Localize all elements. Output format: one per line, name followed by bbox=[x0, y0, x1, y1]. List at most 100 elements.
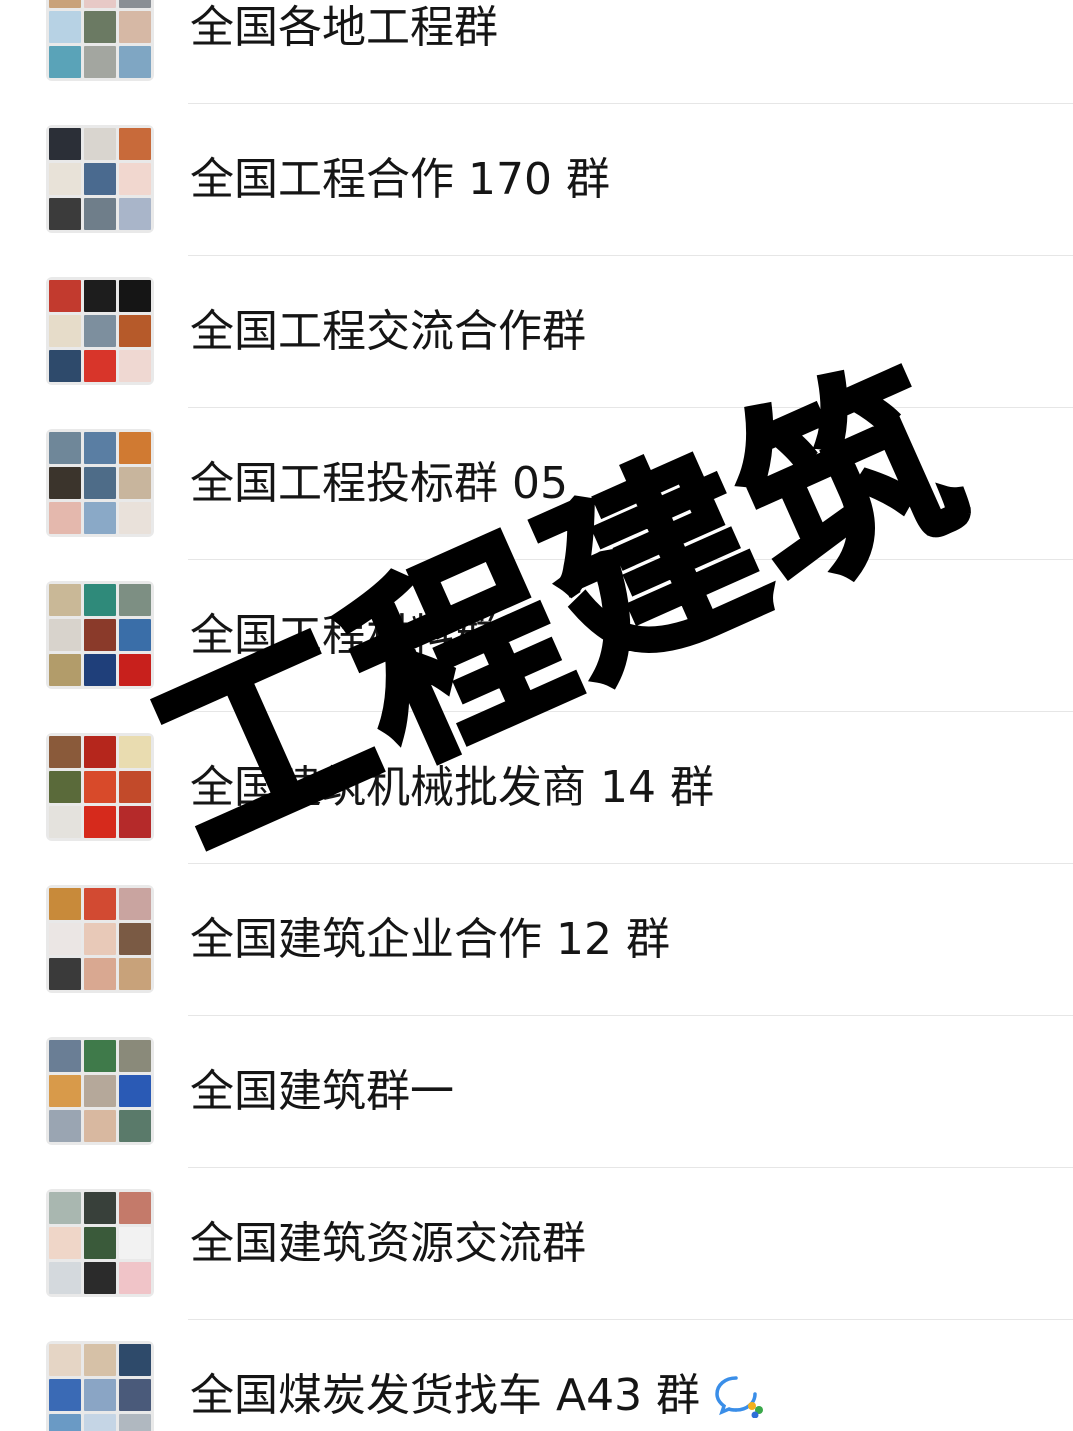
member-avatar-tile bbox=[84, 958, 116, 990]
member-avatar-tile bbox=[84, 1075, 116, 1107]
member-avatar-tile bbox=[84, 280, 116, 312]
group-name: 全国建筑资源交流群 bbox=[190, 1218, 586, 1269]
member-avatar-tile bbox=[84, 806, 116, 838]
member-avatar-tile bbox=[49, 502, 81, 534]
chat-list-item[interactable]: 全国各地工程群 bbox=[0, 0, 1073, 104]
group-name-row: 全国建筑群一 bbox=[190, 1066, 454, 1118]
member-avatar-tile bbox=[49, 1379, 81, 1411]
member-avatar-tile bbox=[84, 1414, 116, 1431]
member-avatar-tile bbox=[119, 958, 151, 990]
member-avatar-tile bbox=[84, 1110, 116, 1142]
member-avatar-tile bbox=[49, 1414, 81, 1431]
group-name: 全国工程交流合作群 bbox=[190, 306, 586, 357]
chat-list-item[interactable]: 全国工程材料群 bbox=[0, 560, 1073, 712]
member-avatar-tile bbox=[119, 163, 151, 195]
member-avatar-tile bbox=[119, 584, 151, 616]
member-avatar-tile bbox=[119, 654, 151, 686]
member-avatar-tile bbox=[84, 432, 116, 464]
member-avatar-tile bbox=[49, 432, 81, 464]
group-avatar bbox=[46, 733, 154, 841]
group-name: 全国煤炭发货找车 A43 群 bbox=[190, 1370, 701, 1421]
member-avatar-tile bbox=[119, 0, 151, 8]
member-avatar-tile bbox=[49, 0, 81, 8]
member-avatar-tile bbox=[49, 736, 81, 768]
member-avatar-tile bbox=[84, 736, 116, 768]
member-avatar-tile bbox=[84, 584, 116, 616]
member-avatar-tile bbox=[49, 163, 81, 195]
member-avatar-tile bbox=[84, 1227, 116, 1259]
member-avatar-tile bbox=[49, 46, 81, 78]
member-avatar-tile bbox=[84, 923, 116, 955]
chat-list-item[interactable]: 全国建筑群一 bbox=[0, 1016, 1073, 1168]
member-avatar-tile bbox=[119, 1262, 151, 1294]
member-avatar-tile bbox=[119, 1227, 151, 1259]
group-avatar bbox=[46, 0, 154, 81]
member-avatar-tile bbox=[49, 1040, 81, 1072]
group-name: 全国建筑机械批发商 14 群 bbox=[190, 762, 714, 813]
member-avatar-tile bbox=[84, 315, 116, 347]
member-avatar-tile bbox=[119, 1040, 151, 1072]
member-avatar-tile bbox=[84, 619, 116, 651]
group-name-row: 全国工程材料群 bbox=[190, 610, 498, 662]
group-name: 全国各地工程群 bbox=[190, 2, 498, 53]
group-name-row: 全国煤炭发货找车 A43 群 bbox=[190, 1370, 764, 1422]
member-avatar-tile bbox=[49, 806, 81, 838]
member-avatar-tile bbox=[49, 923, 81, 955]
member-avatar-tile bbox=[119, 923, 151, 955]
member-avatar-tile bbox=[49, 11, 81, 43]
member-avatar-tile bbox=[84, 46, 116, 78]
member-avatar-tile bbox=[119, 128, 151, 160]
chat-list-item[interactable]: 全国建筑企业合作 12 群 bbox=[0, 864, 1073, 1016]
group-avatar bbox=[46, 581, 154, 689]
member-avatar-tile bbox=[49, 958, 81, 990]
chat-list-item[interactable]: 全国建筑资源交流群 bbox=[0, 1168, 1073, 1320]
member-avatar-tile bbox=[119, 1414, 151, 1431]
member-avatar-tile bbox=[84, 467, 116, 499]
chat-list-item[interactable]: 全国工程合作 170 群 bbox=[0, 104, 1073, 256]
group-name: 全国工程投标群 05 bbox=[190, 458, 568, 509]
member-avatar-tile bbox=[49, 1262, 81, 1294]
chat-list-item[interactable]: 全国工程交流合作群 bbox=[0, 256, 1073, 408]
member-avatar-tile bbox=[84, 11, 116, 43]
group-avatar bbox=[46, 429, 154, 537]
member-avatar-tile bbox=[119, 888, 151, 920]
group-name-row: 全国建筑企业合作 12 群 bbox=[190, 914, 670, 966]
group-name: 全国建筑企业合作 12 群 bbox=[190, 914, 670, 965]
member-avatar-tile bbox=[119, 1110, 151, 1142]
member-avatar-tile bbox=[84, 502, 116, 534]
member-avatar-tile bbox=[49, 1110, 81, 1142]
member-avatar-tile bbox=[119, 771, 151, 803]
member-avatar-tile bbox=[84, 1379, 116, 1411]
group-avatar bbox=[46, 885, 154, 993]
member-avatar-tile bbox=[49, 888, 81, 920]
member-avatar-tile bbox=[119, 11, 151, 43]
member-avatar-tile bbox=[84, 771, 116, 803]
member-avatar-tile bbox=[84, 1344, 116, 1376]
member-avatar-tile bbox=[49, 350, 81, 382]
member-avatar-tile bbox=[84, 128, 116, 160]
chat-list-item[interactable]: 全国建筑机械批发商 14 群 bbox=[0, 712, 1073, 864]
member-avatar-tile bbox=[84, 163, 116, 195]
member-avatar-tile bbox=[119, 1075, 151, 1107]
member-avatar-tile bbox=[119, 619, 151, 651]
group-avatar bbox=[46, 125, 154, 233]
member-avatar-tile bbox=[84, 198, 116, 230]
group-avatar bbox=[46, 277, 154, 385]
chat-list-item[interactable]: 全国工程投标群 05 bbox=[0, 408, 1073, 560]
member-avatar-tile bbox=[119, 1379, 151, 1411]
member-avatar-tile bbox=[49, 1192, 81, 1224]
member-avatar-tile bbox=[119, 806, 151, 838]
member-avatar-tile bbox=[119, 315, 151, 347]
group-chat-list: 全国各地工程群全国工程合作 170 群全国工程交流合作群 全国工程投标群 05 全国… bbox=[0, 0, 1073, 1431]
group-name-row: 全国建筑资源交流群 bbox=[190, 1218, 586, 1270]
member-avatar-tile bbox=[49, 128, 81, 160]
member-avatar-tile bbox=[84, 888, 116, 920]
chat-list-item[interactable]: 全国煤炭发货找车 A43 群 bbox=[0, 1320, 1073, 1431]
group-name: 全国工程合作 170 群 bbox=[190, 154, 610, 205]
member-avatar-tile bbox=[49, 467, 81, 499]
member-avatar-tile bbox=[49, 315, 81, 347]
group-name-row: 全国工程投标群 05 bbox=[190, 458, 568, 510]
member-avatar-tile bbox=[119, 46, 151, 78]
member-avatar-tile bbox=[84, 350, 116, 382]
group-avatar bbox=[46, 1189, 154, 1297]
